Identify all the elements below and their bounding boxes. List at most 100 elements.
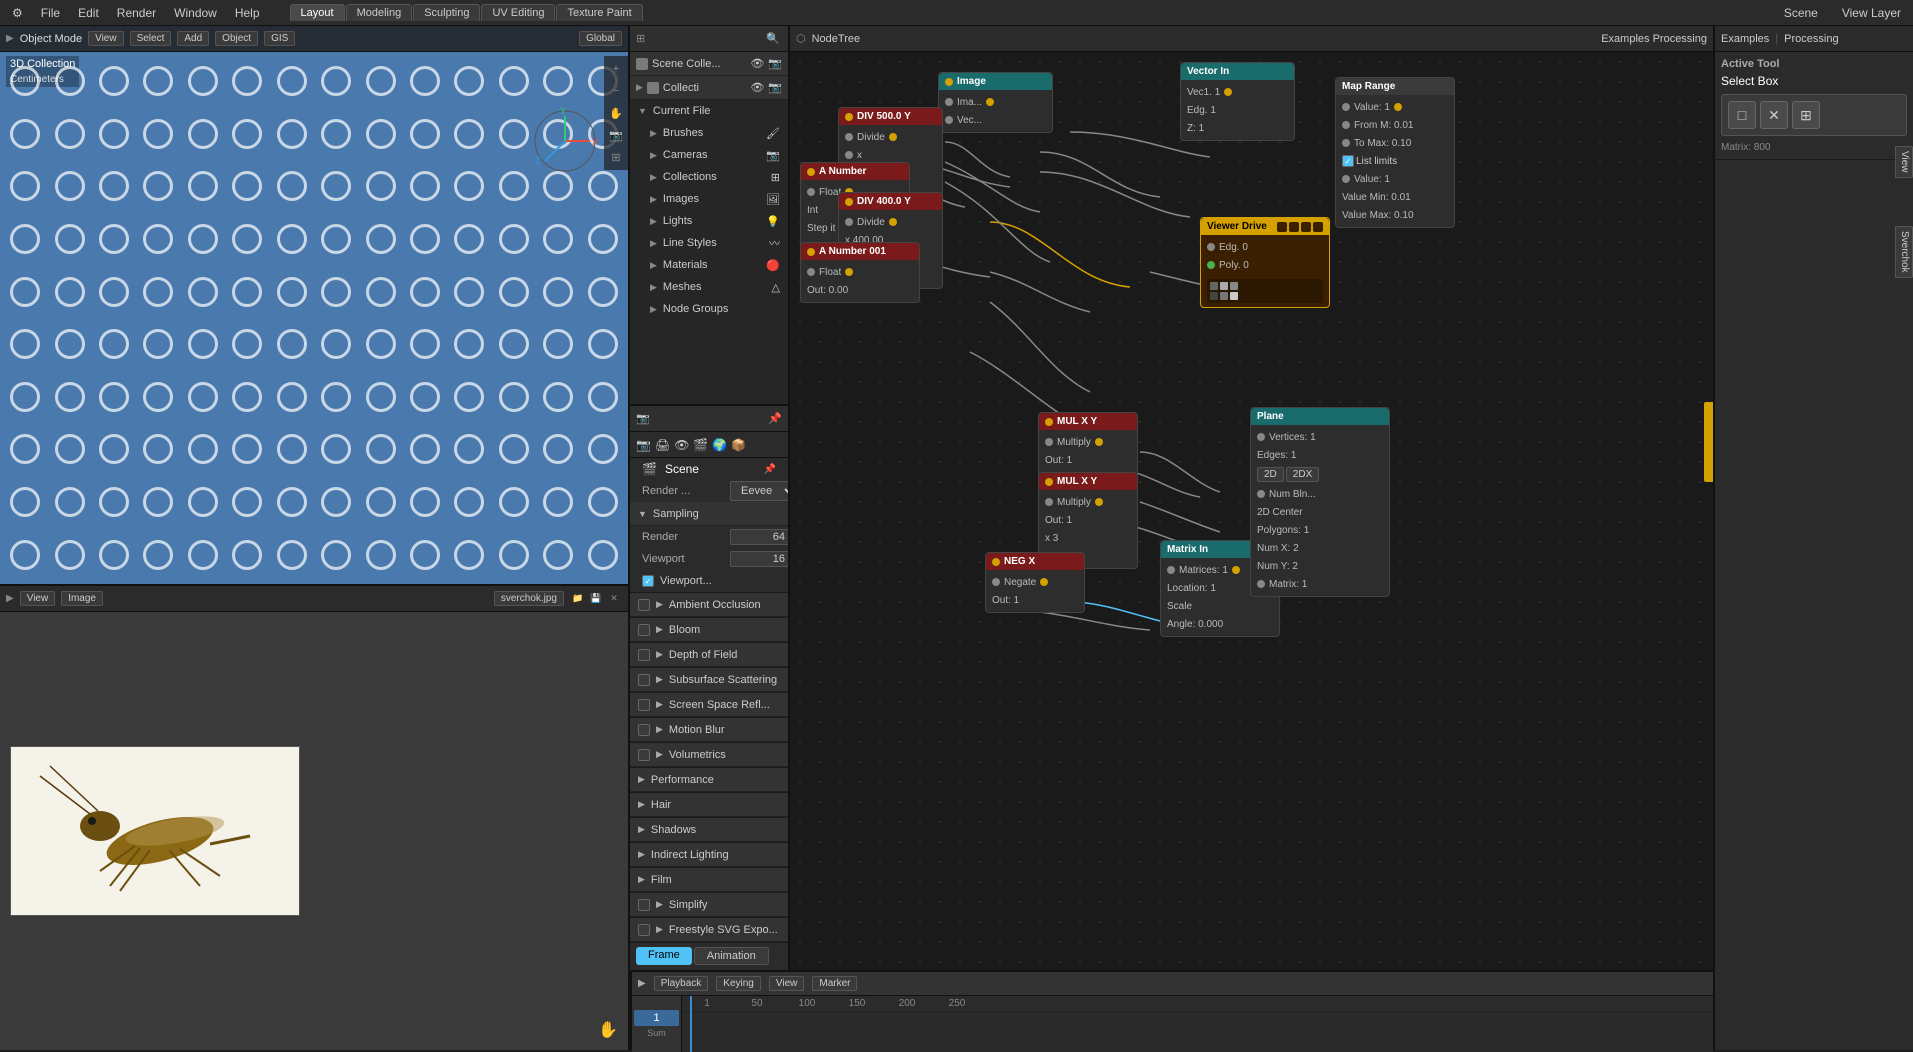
zoom-in-btn[interactable]: +	[607, 60, 625, 78]
bloom-header[interactable]: ▶ Bloom	[630, 618, 788, 642]
window-menu[interactable]: Window	[166, 4, 225, 22]
view-btn[interactable]: View	[769, 976, 805, 991]
edit-menu[interactable]: Edit	[70, 4, 107, 22]
viewport-denoising-checkbox[interactable]	[642, 575, 654, 587]
node-plane[interactable]: Plane Vertices: 1 Edges: 1 2D 2DX	[1250, 407, 1390, 597]
mr-in2[interactable]	[1342, 121, 1350, 129]
anumber-socket[interactable]	[807, 168, 815, 176]
image-save-btn[interactable]: 💾	[588, 591, 604, 607]
dof-checkbox[interactable]	[638, 649, 650, 661]
node-vector-in[interactable]: Vector In Vec1. 1 Edg. 1 Z: 1	[1180, 62, 1295, 141]
simplify-checkbox[interactable]	[638, 899, 650, 911]
div1-socket[interactable]	[845, 113, 853, 121]
render-engine-select[interactable]: Eevee Cycles	[730, 481, 788, 501]
viewport-view-btn[interactable]: View	[88, 31, 124, 46]
props-icon-render[interactable]: 📷	[636, 438, 651, 452]
keying-btn[interactable]: Keying	[716, 976, 761, 991]
view-side-tab[interactable]: View	[1895, 146, 1913, 178]
scene-props-pin[interactable]: 📌	[768, 412, 782, 425]
workspace-sculpting[interactable]: Sculpting	[413, 4, 480, 21]
simplify-header[interactable]: ▶ Simplify	[630, 893, 788, 917]
props-icon-output[interactable]: 🖨	[655, 438, 670, 452]
fb-search-btn[interactable]: 🔍	[764, 30, 782, 48]
sss-checkbox[interactable]	[638, 674, 650, 686]
vd-icon4[interactable]	[1313, 222, 1323, 232]
tool-icon-1[interactable]: □	[1728, 101, 1756, 129]
props-icon-scene[interactable]: 🎬	[693, 438, 708, 452]
node-canvas[interactable]: Image Ima... Vec... Vecto	[790, 52, 1713, 1050]
node-map-range[interactable]: Map Range Value: 1 From M: 0.01 To Max:	[1335, 77, 1455, 228]
mr-in[interactable]	[1342, 103, 1350, 111]
viewport-select-btn[interactable]: Select	[130, 31, 172, 46]
tool-icon-2[interactable]: ✕	[1760, 101, 1788, 129]
socket-out[interactable]	[986, 98, 994, 106]
render-samples-input[interactable]	[730, 529, 788, 545]
fb-collections[interactable]: ▶ Collections ⊞	[630, 166, 788, 188]
collection-eye-2[interactable]: 👁	[750, 81, 764, 94]
pan-icon[interactable]: ✋	[598, 1020, 618, 1040]
vd-icon1[interactable]	[1277, 222, 1287, 232]
viewport-gis-btn[interactable]: GIS	[264, 31, 295, 46]
marker-btn[interactable]: Marker	[812, 976, 857, 991]
image-view-btn[interactable]: View	[20, 591, 56, 606]
fb-lights[interactable]: ▶ Lights 💡	[630, 210, 788, 232]
scene-pin-icon[interactable]: 📌	[764, 464, 776, 475]
sss-header[interactable]: ▶ Subsurface Scattering	[630, 668, 788, 692]
workspace-texture-paint[interactable]: Texture Paint	[556, 4, 642, 21]
image-image-btn[interactable]: Image	[61, 591, 103, 606]
node-viewer-driver[interactable]: Viewer Drive Edg. 0	[1200, 217, 1330, 308]
hair-header[interactable]: ▶ Hair	[630, 793, 788, 817]
sverchok-side-tab[interactable]: Sverchok	[1895, 226, 1913, 278]
playback-btn[interactable]: Playback	[654, 976, 709, 991]
fb-materials[interactable]: ▶ Materials 🔴	[630, 254, 788, 276]
image-close-btn[interactable]: ✕	[606, 591, 622, 607]
camera-btn[interactable]: 📷	[607, 126, 625, 144]
collection-eye-icon[interactable]: 👁	[750, 57, 764, 70]
tool-icon-3[interactable]: ⊞	[1792, 101, 1820, 129]
film-header[interactable]: ▶ Film	[630, 868, 788, 892]
pan-tool-btn[interactable]: ✋	[607, 104, 625, 122]
ssr-header[interactable]: ▶ Screen Space Refl...	[630, 693, 788, 717]
zoom-out-btn[interactable]: −	[607, 82, 625, 100]
grid-btn[interactable]: ⊞	[607, 148, 625, 166]
depth-of-field-header[interactable]: ▶ Depth of Field	[630, 643, 788, 667]
sampling-header[interactable]: ▼ Sampling	[630, 502, 788, 526]
performance-header[interactable]: ▶ Performance	[630, 768, 788, 792]
motion-blur-checkbox[interactable]	[638, 724, 650, 736]
indirect-lighting-header[interactable]: ▶ Indirect Lighting	[630, 843, 788, 867]
node-editor[interactable]: ⬡ NodeTree Examples Processing	[790, 26, 1713, 1050]
vd-icon3[interactable]	[1301, 222, 1311, 232]
dim-2dx-btn[interactable]: 2DX	[1286, 467, 1319, 482]
ssr-checkbox[interactable]	[638, 699, 650, 711]
collection-camera-2[interactable]: 📷	[768, 81, 782, 94]
timeline-track[interactable]	[682, 1012, 1713, 1052]
fb-images[interactable]: ▶ Images 🖼	[630, 188, 788, 210]
viewport-samples-input[interactable]	[730, 551, 788, 567]
vect-socket-out[interactable]	[1224, 88, 1232, 96]
freestyle-header[interactable]: ▶ Freestyle SVG Expo...	[630, 918, 788, 942]
collection-camera-icon[interactable]: 📷	[768, 57, 782, 70]
workspace-layout[interactable]: Layout	[290, 4, 345, 21]
shadows-header[interactable]: ▶ Shadows	[630, 818, 788, 842]
volumetrics-header[interactable]: ▶ Volumetrics	[630, 743, 788, 767]
fb-node-groups[interactable]: ▶ Node Groups	[630, 298, 788, 320]
mr-in3[interactable]	[1342, 139, 1350, 147]
animation-tab[interactable]: Animation	[694, 947, 769, 965]
socket-in[interactable]	[945, 98, 953, 106]
render-menu[interactable]: Render	[109, 4, 164, 22]
props-icon-object[interactable]: 📦	[731, 438, 746, 452]
viewport-add-btn[interactable]: Add	[177, 31, 209, 46]
freestyle-checkbox[interactable]	[638, 924, 650, 936]
node-a-number-001[interactable]: A Number 001 Float Out: 0.00	[800, 242, 920, 303]
workspace-modeling[interactable]: Modeling	[346, 4, 413, 21]
fb-meshes[interactable]: ▶ Meshes △	[630, 276, 788, 298]
fb-current-file[interactable]: ▼ Current File	[630, 100, 788, 122]
volumetrics-checkbox[interactable]	[638, 749, 650, 761]
dim-2d-btn[interactable]: 2D	[1257, 467, 1284, 482]
blender-menu[interactable]: ⚙	[4, 4, 31, 22]
props-icon-view[interactable]: 👁	[674, 438, 689, 452]
file-menu[interactable]: File	[33, 4, 68, 22]
help-menu[interactable]: Help	[227, 4, 268, 22]
ambient-occlusion-header[interactable]: ▶ Ambient Occlusion	[630, 593, 788, 617]
motion-blur-header[interactable]: ▶ Motion Blur	[630, 718, 788, 742]
